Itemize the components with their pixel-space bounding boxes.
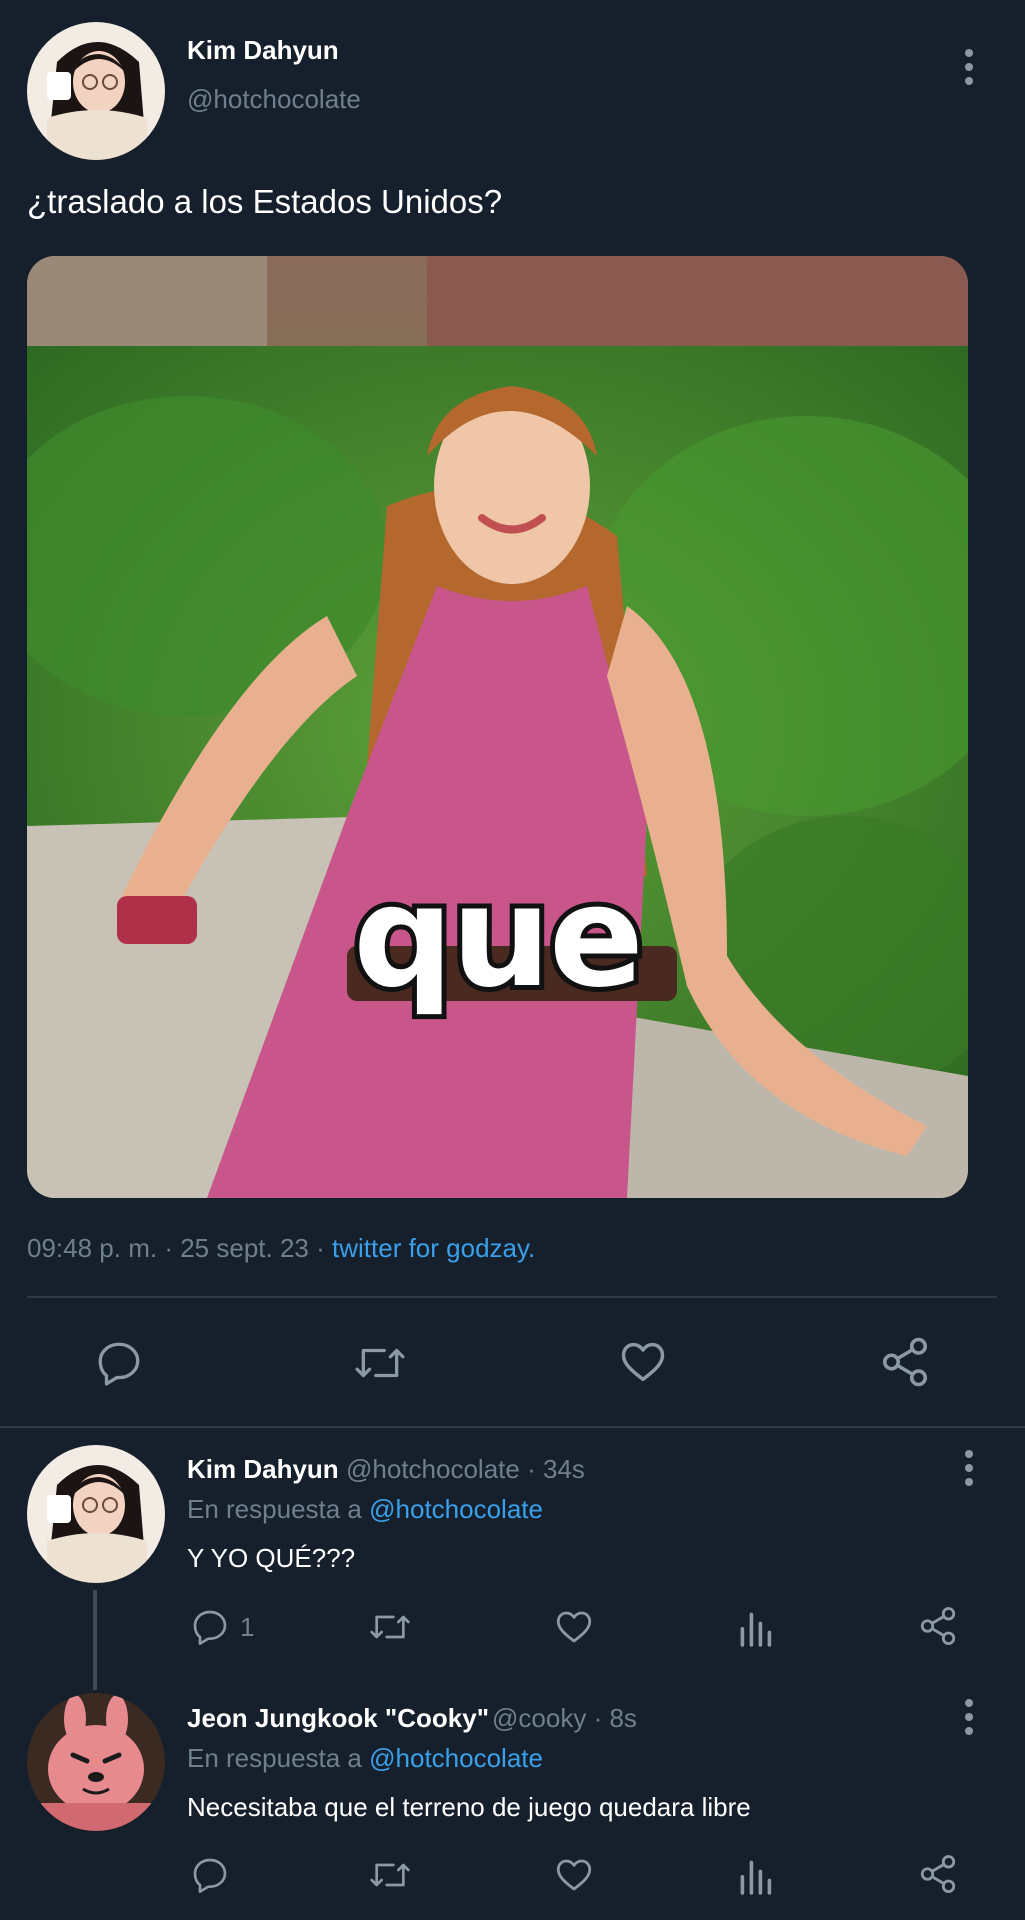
retweet-icon[interactable] bbox=[366, 1607, 414, 1647]
analytics-icon[interactable] bbox=[737, 1855, 773, 1895]
reply-avatar[interactable] bbox=[27, 1445, 165, 1583]
replying-to: En respuesta a @hotchocolate bbox=[187, 1743, 543, 1774]
like-icon[interactable] bbox=[553, 1854, 595, 1896]
media-caption: que bbox=[348, 851, 649, 1024]
reply-prefix: En respuesta a bbox=[187, 1743, 362, 1773]
reply-age: 34s bbox=[542, 1454, 585, 1484]
tweet-source-link[interactable]: twitter for godzay. bbox=[332, 1233, 535, 1263]
reply-author-handle: @cooky bbox=[492, 1703, 587, 1733]
retweet-icon[interactable] bbox=[366, 1855, 414, 1895]
reply-age: 8s bbox=[609, 1703, 637, 1733]
more-icon[interactable] bbox=[957, 1448, 981, 1488]
tweet-metadata: 09:48 p. m. · 25 sept. 23 · twitter for … bbox=[27, 1233, 535, 1264]
author-handle[interactable]: @hotchocolate bbox=[187, 84, 361, 115]
reply-to-link[interactable]: @hotchocolate bbox=[369, 1494, 543, 1524]
like-icon[interactable] bbox=[553, 1606, 595, 1648]
reply-handle-time[interactable]: @hotchocolate · 34s bbox=[346, 1454, 585, 1485]
reply-icon[interactable] bbox=[190, 1855, 230, 1895]
reply-handle-time[interactable]: @cooky · 8s bbox=[492, 1703, 637, 1734]
divider bbox=[27, 1296, 997, 1298]
like-icon[interactable] bbox=[617, 1336, 669, 1388]
reply-avatar[interactable] bbox=[27, 1693, 165, 1831]
meta-separator: · bbox=[527, 1454, 536, 1484]
tweet-time: 09:48 p. m. bbox=[27, 1233, 158, 1263]
more-icon[interactable] bbox=[957, 47, 981, 87]
reply-count: 1 bbox=[240, 1612, 255, 1642]
author-avatar[interactable] bbox=[27, 22, 165, 160]
reply-author-handle: @hotchocolate bbox=[346, 1454, 520, 1484]
reply-icon[interactable] bbox=[94, 1338, 144, 1388]
reply-icon[interactable] bbox=[190, 1607, 230, 1647]
reply-text: Y YO QUÉ??? bbox=[187, 1543, 356, 1573]
retweet-icon[interactable] bbox=[350, 1338, 410, 1388]
share-icon[interactable] bbox=[917, 1605, 959, 1647]
divider bbox=[0, 1426, 1025, 1428]
reply-text: Necesitaba que el terreno de juego queda… bbox=[187, 1792, 751, 1822]
more-icon[interactable] bbox=[957, 1697, 981, 1737]
share-icon[interactable] bbox=[917, 1853, 959, 1895]
meta-separator: · bbox=[164, 1233, 173, 1263]
author-name[interactable]: Kim Dahyun bbox=[187, 35, 339, 66]
thread-connector bbox=[93, 1590, 97, 1690]
reply-prefix: En respuesta a bbox=[187, 1494, 362, 1524]
analytics-icon[interactable] bbox=[737, 1607, 773, 1647]
share-icon[interactable] bbox=[878, 1335, 932, 1389]
reply-author-name[interactable]: Kim Dahyun bbox=[187, 1454, 339, 1485]
meta-separator: · bbox=[316, 1233, 325, 1263]
reply-author-name[interactable]: Jeon Jungkook "Cooky" bbox=[187, 1703, 489, 1734]
tweet-date: 25 sept. 23 bbox=[180, 1233, 309, 1263]
tweet-text: ¿traslado a los Estados Unidos? bbox=[27, 183, 503, 220]
reply-to-link[interactable]: @hotchocolate bbox=[369, 1743, 543, 1773]
tweet-media[interactable]: que bbox=[27, 256, 968, 1198]
meta-separator: · bbox=[593, 1703, 603, 1733]
replying-to: En respuesta a @hotchocolate bbox=[187, 1494, 543, 1525]
